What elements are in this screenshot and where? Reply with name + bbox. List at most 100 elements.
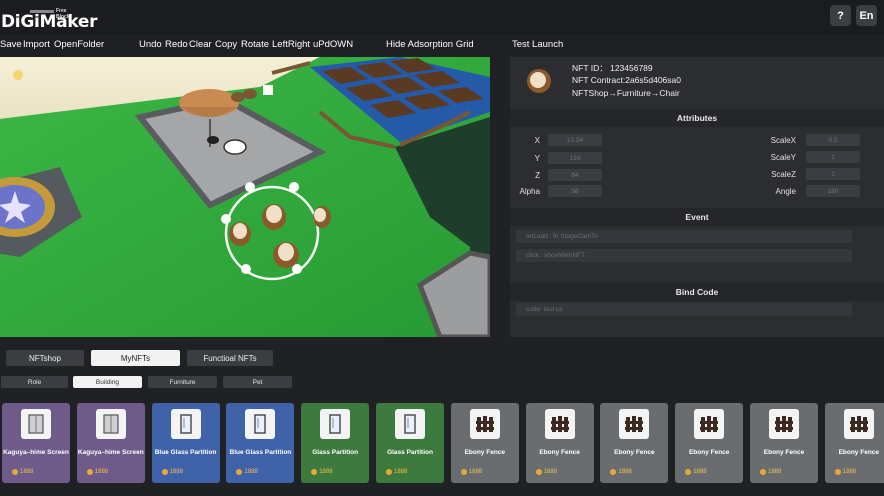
attributes-header: Attributes [510, 109, 884, 127]
copy-button[interactable]: Copy [215, 39, 237, 50]
item-card[interactable]: Kaguya–hime Screen 1888 [76, 403, 145, 483]
y-label: Y [534, 154, 540, 163]
item-price-value: 1888 [244, 469, 258, 475]
coin-icon [161, 469, 168, 475]
angle-label: Angle [775, 187, 796, 196]
rotate-button[interactable]: Rotate [241, 39, 269, 50]
left-right-button[interactable]: LeftRight [272, 39, 310, 50]
event-row-click[interactable]: click : showWebNFT [516, 249, 852, 262]
coin-icon [535, 469, 542, 475]
z-input[interactable]: 84 [548, 169, 602, 181]
item-price: 1888 [161, 469, 183, 475]
glass-partition-icon [320, 409, 351, 439]
item-price-value: 1888 [842, 469, 857, 475]
toolbar: Save Import OpenFolder Undo Redo Clear C… [0, 34, 884, 56]
item-name: Blue Glass Partition [154, 449, 217, 456]
coin-icon [834, 469, 841, 475]
item-card[interactable]: Ebony Fence 1888 [675, 403, 744, 483]
open-folder-button[interactable]: OpenFolder [54, 39, 104, 50]
undo-button[interactable]: Undo [139, 39, 162, 50]
clear-button[interactable]: Clear [189, 39, 212, 50]
coin-icon [610, 469, 617, 475]
item-card[interactable]: Blue Glass Partition 1888 [151, 403, 220, 483]
tab-mynfts[interactable]: MyNFTs [91, 350, 180, 366]
event-row-onload[interactable]: onLoad : fn StageCamTo [516, 230, 852, 243]
item-price: 1888 [12, 469, 33, 475]
x-input[interactable]: 10.24 [548, 134, 602, 146]
fence-icon [544, 409, 575, 439]
language-button[interactable]: En [856, 5, 877, 26]
item-name: Ebony Fence [838, 449, 880, 456]
subtab-furniture[interactable]: Furniture [148, 376, 217, 388]
test-launch-button[interactable]: Test Launch [512, 39, 563, 50]
z-label: Z [535, 171, 540, 180]
event-title: Event [685, 212, 709, 222]
item-price: 1888 [535, 469, 557, 475]
subtab-building[interactable]: Building [73, 376, 142, 388]
fence-icon [769, 409, 799, 439]
item-price-value: 1888 [768, 469, 782, 475]
item-name: Ebony Fence [614, 449, 655, 456]
tab-nftshop[interactable]: NFTshop [6, 350, 84, 366]
item-card[interactable]: Ebony Fence 1888 [600, 403, 669, 483]
item-name: Ebony Fence [464, 449, 506, 456]
item-card[interactable]: Kaguya–hime Screen 1888 [2, 403, 70, 483]
screen-icon [95, 409, 126, 439]
item-price: 1888 [685, 469, 707, 475]
item-card[interactable]: Ebony Fence 1888 [750, 403, 818, 483]
item-card[interactable]: Ebony Fence 1888 [525, 403, 594, 483]
tab-functional-nfts[interactable]: Functioal NFTs [187, 350, 273, 366]
hide-adsorption-grid-button[interactable]: Hide Adsorption Grid [386, 39, 474, 50]
top-bar: Free Block DiGiMaker ? En [0, 0, 884, 34]
item-price-value: 1888 [94, 469, 109, 475]
scene-viewport[interactable] [0, 57, 490, 337]
scalez-label: ScaleZ [771, 170, 796, 179]
y-input[interactable]: 124 [548, 152, 602, 164]
item-price-value: 1888 [618, 469, 632, 475]
item-card[interactable]: Glass Partition 1888 [376, 403, 444, 483]
alpha-label: Alpha [519, 187, 540, 196]
scalex-input[interactable]: 0.5 [806, 134, 860, 146]
item-price: 1888 [386, 469, 407, 475]
scalez-input[interactable]: 1 [806, 168, 860, 180]
up-down-button[interactable]: uPdOWN [313, 39, 353, 50]
scalex-label: ScaleX [770, 136, 796, 145]
coin-icon [12, 469, 18, 475]
fence-icon [619, 409, 650, 439]
item-price-value: 1888 [169, 469, 183, 475]
coin-icon [386, 469, 392, 475]
scaley-label: ScaleY [770, 153, 796, 162]
save-button[interactable]: Save [0, 39, 22, 50]
bind-code-header: Bind Code [510, 283, 884, 301]
coin-icon [236, 469, 243, 475]
import-button[interactable]: Import [23, 39, 50, 50]
scaley-input[interactable]: 1 [806, 151, 860, 163]
item-card[interactable]: Ebony Fence 1888 [450, 403, 519, 483]
item-name: Ebony Fence [688, 449, 730, 456]
item-card[interactable]: Blue Glass Partition 1888 [226, 403, 295, 483]
item-card[interactable]: Glass Partition 1888 [301, 403, 370, 483]
item-price: 1888 [610, 469, 632, 475]
item-name: Glass Partition [312, 449, 359, 456]
glass-partition-icon [245, 409, 276, 439]
bind-code-input[interactable]: code: test us [516, 303, 852, 316]
sun-icon [13, 70, 23, 80]
bind-code-title: Bind Code [675, 287, 719, 297]
help-button[interactable]: ? [830, 5, 851, 26]
attributes-title: Attributes [676, 113, 718, 123]
redo-button[interactable]: Redo [165, 39, 188, 50]
coin-icon [760, 469, 766, 475]
properties-panel: NFT ID： 123456789 NFT Contract:2a6s5d406… [510, 57, 884, 337]
item-name: Kaguya–hime Screen [77, 449, 144, 456]
event-header: Event [510, 208, 884, 226]
item-name: Ebony Fence [763, 449, 805, 456]
x-label: X [534, 136, 540, 145]
alpha-input[interactable]: 58 [548, 185, 602, 197]
angle-input[interactable]: 180 [806, 185, 860, 197]
category-tabs: NFTshop MyNFTs Functioal NFTs [0, 350, 884, 370]
subtab-role[interactable]: Role [1, 376, 68, 388]
item-card[interactable]: Ebony Fence 1888 [824, 403, 884, 483]
scene-canvas[interactable] [0, 57, 490, 337]
fence-icon [694, 409, 725, 439]
subtab-pet[interactable]: Pet [223, 376, 292, 388]
